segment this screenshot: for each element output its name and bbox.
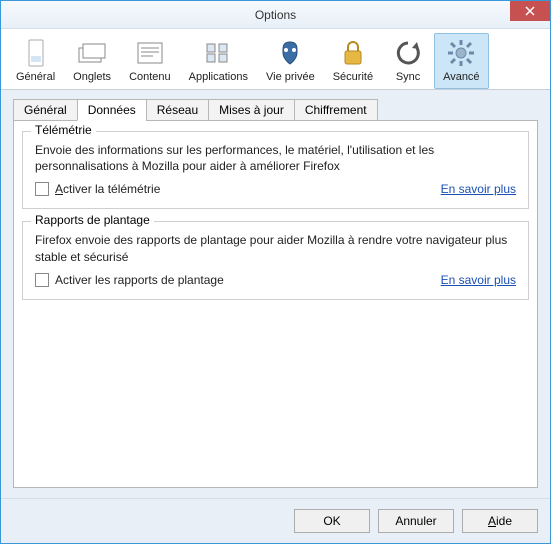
toolbar-security-label: Sécurité [333, 71, 373, 83]
privacy-icon [274, 37, 306, 69]
applications-icon [202, 37, 234, 69]
toolbar-general[interactable]: Général [7, 33, 64, 89]
close-icon [525, 6, 535, 16]
toolbar-advanced[interactable]: Avancé [434, 33, 489, 89]
toolbar-privacy-label: Vie privée [266, 71, 315, 83]
toolbar-tabs-label: Onglets [73, 71, 111, 83]
toolbar-content[interactable]: Contenu [120, 33, 180, 89]
content-area: Général Données Réseau Mises à jour Chif… [1, 90, 550, 498]
toolbar-advanced-label: Avancé [443, 71, 480, 83]
subtab-data[interactable]: Données [77, 99, 147, 121]
toolbar-sync-label: Sync [396, 71, 420, 83]
general-icon [20, 37, 52, 69]
content-icon [134, 37, 166, 69]
telemetry-title: Télémétrie [31, 123, 96, 137]
subtab-encryption[interactable]: Chiffrement [294, 99, 378, 121]
toolbar-applications[interactable]: Applications [180, 33, 257, 89]
ok-button[interactable]: OK [294, 509, 370, 533]
dialog-footer: OK Annuler Aide [1, 498, 550, 543]
advanced-subtabs: Général Données Réseau Mises à jour Chif… [13, 98, 538, 120]
advanced-icon [445, 37, 477, 69]
help-button[interactable]: Aide [462, 509, 538, 533]
telemetry-checkbox-label[interactable]: Activer la télémétrie [55, 182, 160, 196]
subtab-network[interactable]: Réseau [146, 99, 209, 121]
toolbar-privacy[interactable]: Vie privée [257, 33, 324, 89]
category-toolbar: Général Onglets Contenu Applications Vie… [1, 29, 550, 90]
crash-row: Activer les rapports de plantage En savo… [35, 273, 516, 287]
toolbar-content-label: Contenu [129, 71, 171, 83]
toolbar-sync[interactable]: Sync [382, 33, 434, 89]
toolbar-security[interactable]: Sécurité [324, 33, 382, 89]
sync-icon [392, 37, 424, 69]
crash-checkbox-label[interactable]: Activer les rapports de plantage [55, 273, 224, 287]
telemetry-row: Activer la télémétrie En savoir plus [35, 182, 516, 196]
telemetry-group: Télémétrie Envoie des informations sur l… [22, 131, 529, 209]
close-button[interactable] [510, 1, 550, 21]
crash-group: Rapports de plantage Firefox envoie des … [22, 221, 529, 299]
titlebar: Options [1, 1, 550, 29]
options-window: Options Général Onglets Contenu Applicat… [0, 0, 551, 544]
toolbar-tabs[interactable]: Onglets [64, 33, 120, 89]
toolbar-applications-label: Applications [189, 71, 248, 83]
crash-title: Rapports de plantage [31, 213, 154, 227]
window-title: Options [255, 8, 296, 22]
telemetry-desc: Envoie des informations sur les performa… [35, 142, 516, 174]
data-panel: Télémétrie Envoie des informations sur l… [13, 120, 538, 488]
telemetry-learn-more-link[interactable]: En savoir plus [441, 182, 516, 196]
telemetry-checkbox[interactable] [35, 182, 49, 196]
security-icon [337, 37, 369, 69]
crash-desc: Firefox envoie des rapports de plantage … [35, 232, 516, 264]
crash-checkbox[interactable] [35, 273, 49, 287]
crash-learn-more-link[interactable]: En savoir plus [441, 273, 516, 287]
tabs-icon [76, 37, 108, 69]
subtab-general[interactable]: Général [13, 99, 78, 121]
subtab-updates[interactable]: Mises à jour [208, 99, 295, 121]
toolbar-general-label: Général [16, 71, 55, 83]
cancel-button[interactable]: Annuler [378, 509, 454, 533]
